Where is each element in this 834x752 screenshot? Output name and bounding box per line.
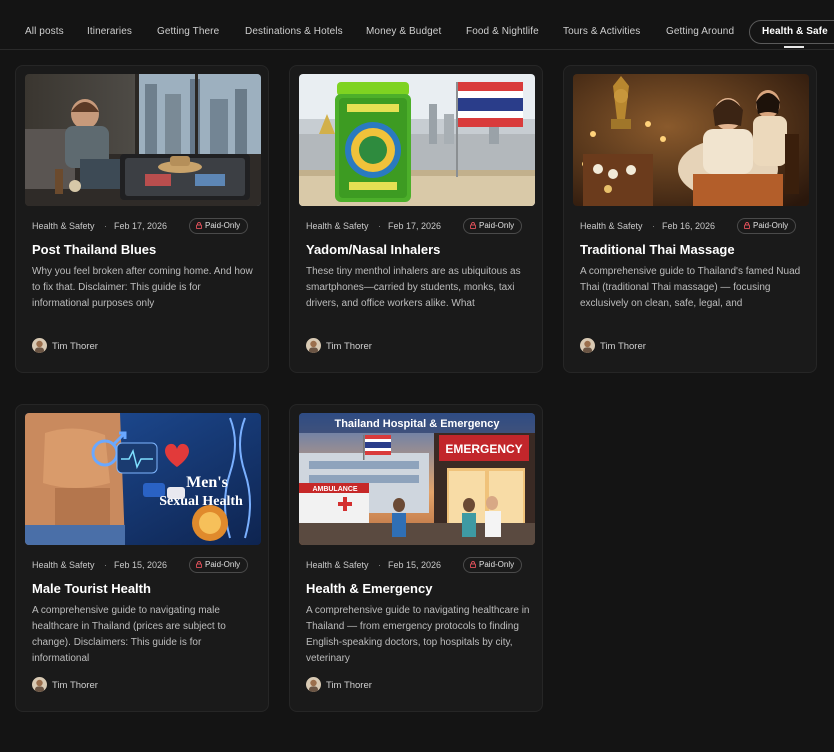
- tab-all-posts[interactable]: All posts: [25, 21, 64, 43]
- post-thumbnail[interactable]: [299, 74, 535, 206]
- lock-icon: [744, 222, 750, 229]
- post-card[interactable]: Health & Safety · Feb 16, 2026 Paid-Only…: [563, 65, 817, 373]
- post-card[interactable]: EMERGENCY AMBULANCE Thailand Hospital & …: [289, 404, 543, 712]
- active-tab-indicator: [784, 46, 804, 48]
- post-title[interactable]: Post Thailand Blues: [32, 241, 258, 259]
- author-avatar: [32, 338, 47, 353]
- post-thumbnail[interactable]: Men's Sexual Health: [25, 413, 261, 545]
- post-excerpt: A comprehensive guide to navigating male…: [32, 605, 226, 664]
- post-category[interactable]: Health & Safety: [306, 216, 369, 236]
- image-caption-line-1: Men's: [186, 474, 228, 491]
- tab-health-safety[interactable]: Health & Safe: [749, 20, 834, 44]
- author-avatar: [32, 677, 47, 692]
- paid-only-badge: Paid-Only: [189, 218, 249, 234]
- post-meta: Health & Safety · Feb 15, 2026 Paid-Only: [306, 555, 530, 575]
- post-meta: Health & Safety · Feb 15, 2026 Paid-Only: [32, 555, 256, 575]
- meta-separator: ·: [104, 221, 107, 231]
- post-category[interactable]: Health & Safety: [32, 555, 95, 575]
- post-meta: Health & Safety · Feb 16, 2026 Paid-Only: [580, 216, 804, 236]
- image-sign-ambulance: AMBULANCE: [312, 486, 357, 493]
- post-thumbnail[interactable]: [573, 74, 809, 206]
- category-tabs: All posts Itineraries Getting There Dest…: [0, 0, 834, 50]
- author-avatar: [306, 338, 321, 353]
- post-author[interactable]: Tim Thorer: [306, 677, 372, 695]
- post-date: Feb 15, 2026: [388, 560, 442, 570]
- post-date: Feb 17, 2026: [388, 221, 442, 231]
- tab-destinations-hotels[interactable]: Destinations & Hotels: [245, 21, 343, 43]
- post-thumbnail[interactable]: [25, 74, 261, 206]
- post-excerpt: Why you feel broken after coming home. A…: [32, 266, 253, 309]
- author-name: Tim Thorer: [326, 680, 372, 691]
- post-author[interactable]: Tim Thorer: [580, 338, 646, 356]
- post-author[interactable]: Tim Thorer: [306, 338, 372, 356]
- tab-food-nightlife[interactable]: Food & Nightlife: [466, 21, 539, 43]
- post-date: Feb 15, 2026: [114, 560, 168, 570]
- badge-label: Paid-Only: [205, 560, 241, 569]
- lock-icon: [196, 561, 202, 568]
- meta-separator: ·: [378, 560, 381, 570]
- author-name: Tim Thorer: [52, 680, 98, 691]
- post-excerpt: These tiny menthol inhalers are as ubiqu…: [306, 266, 521, 309]
- tab-tours-activities[interactable]: Tours & Activities: [563, 21, 640, 43]
- tab-money-budget[interactable]: Money & Budget: [366, 21, 441, 43]
- post-category[interactable]: Health & Safety: [580, 216, 643, 236]
- post-thumbnail[interactable]: EMERGENCY AMBULANCE Thailand Hospital & …: [299, 413, 535, 545]
- author-name: Tim Thorer: [600, 341, 646, 352]
- meta-separator: ·: [652, 221, 655, 231]
- image-caption-title: Thailand Hospital & Emergency: [334, 418, 500, 430]
- lock-icon: [470, 561, 476, 568]
- post-category[interactable]: Health & Safety: [32, 216, 95, 236]
- lock-icon: [470, 222, 476, 229]
- paid-only-badge: Paid-Only: [463, 557, 523, 573]
- post-card[interactable]: Men's Sexual Health Health & Safety · Fe…: [15, 404, 269, 712]
- post-card[interactable]: Health & Safety · Feb 17, 2026 Paid-Only…: [289, 65, 543, 373]
- post-title[interactable]: Traditional Thai Massage: [580, 241, 806, 259]
- meta-separator: ·: [104, 560, 107, 570]
- post-author[interactable]: Tim Thorer: [32, 338, 98, 356]
- badge-label: Paid-Only: [753, 221, 789, 230]
- post-category[interactable]: Health & Safety: [306, 555, 369, 575]
- post-meta: Health & Safety · Feb 17, 2026 Paid-Only: [32, 216, 256, 236]
- post-date: Feb 17, 2026: [114, 221, 168, 231]
- tab-getting-there[interactable]: Getting There: [157, 21, 219, 43]
- author-avatar: [580, 338, 595, 353]
- author-name: Tim Thorer: [326, 341, 372, 352]
- author-avatar: [306, 677, 321, 692]
- post-excerpt: A comprehensive guide to navigating heal…: [306, 605, 530, 664]
- paid-only-badge: Paid-Only: [737, 218, 797, 234]
- author-name: Tim Thorer: [52, 341, 98, 352]
- badge-label: Paid-Only: [205, 221, 241, 230]
- badge-label: Paid-Only: [479, 560, 515, 569]
- paid-only-badge: Paid-Only: [463, 218, 523, 234]
- badge-label: Paid-Only: [479, 221, 515, 230]
- post-title[interactable]: Male Tourist Health: [32, 580, 258, 598]
- post-author[interactable]: Tim Thorer: [32, 677, 98, 695]
- post-excerpt: A comprehensive guide to Thailand's fame…: [580, 266, 801, 309]
- meta-separator: ·: [378, 221, 381, 231]
- tab-itineraries[interactable]: Itineraries: [87, 21, 132, 43]
- post-date: Feb 16, 2026: [662, 221, 716, 231]
- lock-icon: [196, 222, 202, 229]
- image-sign-emergency: EMERGENCY: [445, 442, 522, 456]
- image-caption-line-2: Sexual Health: [159, 494, 243, 509]
- post-meta: Health & Safety · Feb 17, 2026 Paid-Only: [306, 216, 530, 236]
- post-title[interactable]: Health & Emergency: [306, 580, 532, 598]
- post-card[interactable]: Health & Safety · Feb 17, 2026 Paid-Only…: [15, 65, 269, 373]
- paid-only-badge: Paid-Only: [189, 557, 249, 573]
- post-title[interactable]: Yadom/Nasal Inhalers: [306, 241, 532, 259]
- tab-getting-around[interactable]: Getting Around: [666, 21, 734, 43]
